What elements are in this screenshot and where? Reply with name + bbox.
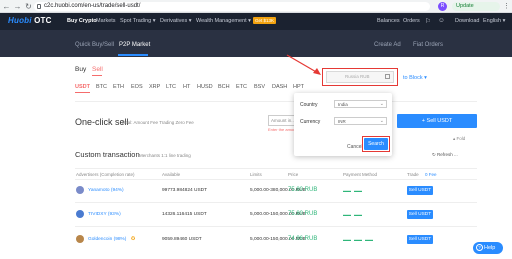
bank-icon: ▬▬ (343, 237, 351, 242)
table-divider (75, 179, 477, 180)
price: 75.80 RUB (288, 211, 318, 217)
header-advertisers: Advertisers (Completion rate) (76, 172, 135, 177)
chevron-down-icon: ⌄ (379, 118, 384, 124)
avatar (76, 235, 84, 243)
price: 75.80 RUB (288, 187, 318, 193)
country-label: Country (300, 102, 318, 108)
bank-icon: ▬▬ (354, 188, 362, 193)
table-divider (75, 202, 477, 203)
header-available: Available (162, 172, 181, 177)
currency-select[interactable]: INR ⌄ (334, 117, 387, 125)
country-select[interactable]: India ⌄ (334, 100, 387, 108)
oneclick-title: One-click sell (75, 117, 129, 127)
annotation-arrow (286, 54, 321, 75)
advertiser-name[interactable]: Goldencoin (98%) (88, 237, 126, 242)
header-limits: Limits (250, 172, 262, 177)
oneclick-desc: Deal: Amount Fee Trading Zero Fee (122, 120, 194, 125)
help-icon: ? (476, 244, 483, 251)
available-amount: 99773.984824 USDT (162, 188, 208, 193)
avatar (76, 210, 84, 218)
oneclick-sell-button[interactable]: + Sell USDT (397, 114, 477, 128)
bank-icon: ▬▬ (354, 237, 362, 242)
bank-icon: ▬▬ (343, 212, 351, 217)
avatar (76, 186, 84, 194)
available-amount: 9059.89460 USDT (162, 237, 202, 242)
cancel-button[interactable]: Cancel (347, 144, 363, 150)
fold-toggle[interactable]: ▴ Fold (453, 136, 465, 142)
sell-usdt-button[interactable]: Sell USDT (407, 210, 433, 219)
header-price: Price (288, 172, 299, 177)
payment-methods: ▬▬ ▬▬ (343, 188, 362, 193)
payment-methods: ▬▬ ▬▬ ▬▬ (343, 237, 373, 242)
price: 74.96 RUB (288, 236, 318, 242)
available-amount: 14326.116415 USDT (162, 212, 207, 217)
refresh-button[interactable]: ↻ Refresh ... (432, 152, 458, 158)
currency-label: Currency (300, 119, 321, 125)
table-divider (75, 226, 477, 227)
bank-icon: ▬▬ (365, 237, 373, 242)
chevron-down-icon: ⌄ (379, 101, 384, 107)
advertiser-name[interactable]: Yanamoto (94%) (88, 188, 124, 193)
help-button[interactable]: ? Help (473, 242, 503, 254)
annotation-box (362, 136, 390, 152)
payment-methods: ▬▬ ▬▬ (343, 212, 362, 217)
sell-usdt-button[interactable]: Sell USDT (407, 186, 433, 195)
bank-icon: ▬▬ (354, 212, 362, 217)
custom-transaction-title: Custom transaction (75, 150, 140, 159)
advertiser-name[interactable]: TIVIDXY (93%) (88, 212, 121, 217)
header-payment: Payment Method (343, 172, 378, 177)
table-divider (75, 168, 477, 169)
sell-usdt-button[interactable]: Sell USDT (407, 235, 433, 244)
header-trade: Trade (407, 172, 419, 177)
zero-fee-tag: 0 Fee (425, 172, 437, 177)
custom-transaction-desc: Merchants 1:1 line trading (139, 153, 191, 158)
gold-merchant-icon: ✪ (131, 236, 136, 242)
bank-icon: ▬▬ (343, 188, 351, 193)
